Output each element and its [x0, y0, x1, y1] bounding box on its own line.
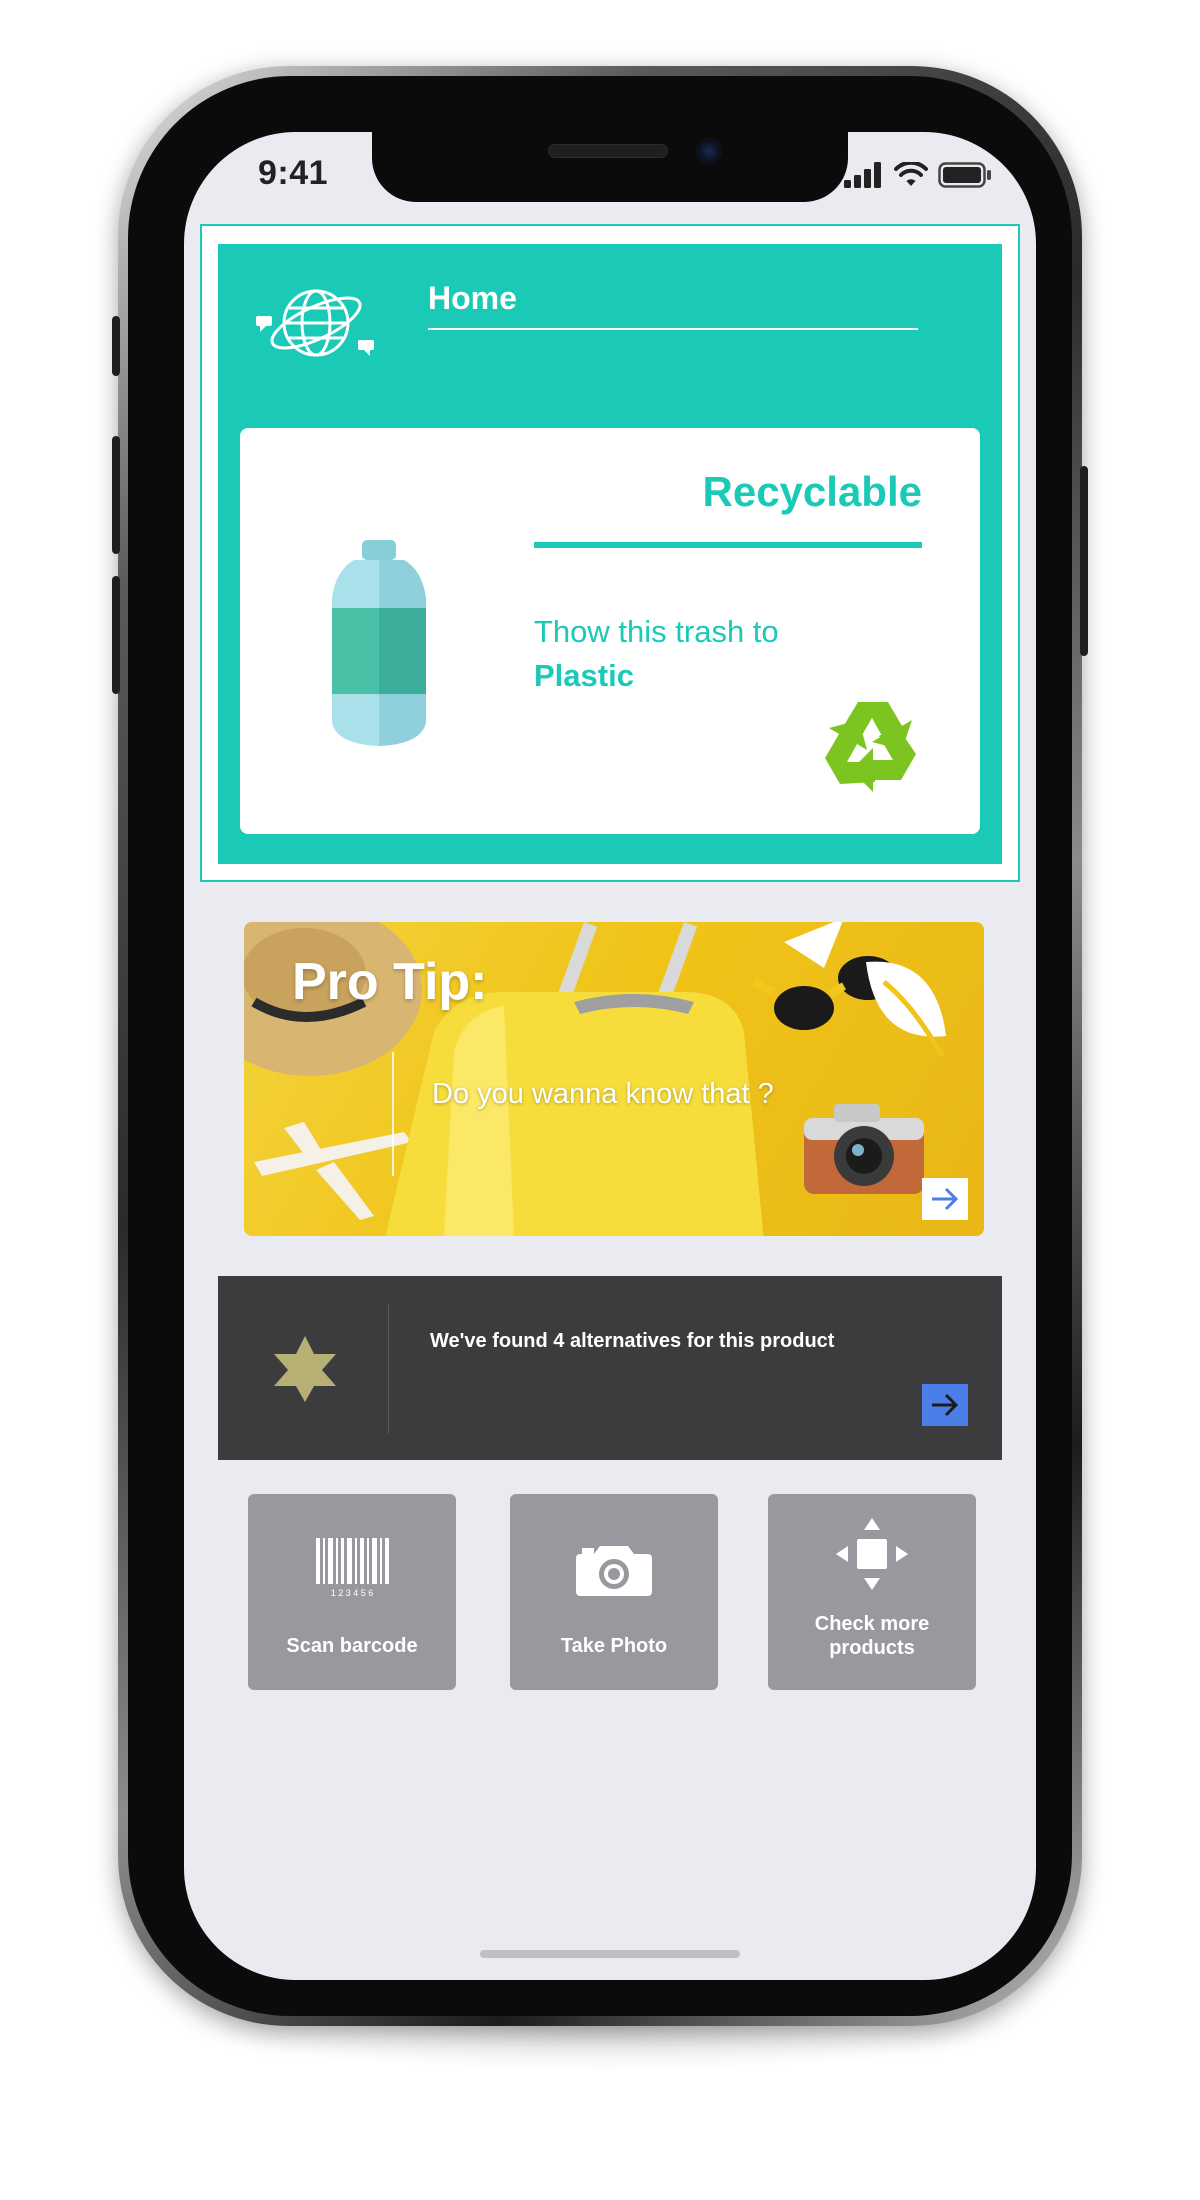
- phone-frame: 9:41 Home Recyclable Thow this trash to …: [112, 66, 1088, 2026]
- alternatives-divider: [388, 1304, 389, 1434]
- screen: 9:41 Home Recyclable Thow this trash to …: [184, 132, 1036, 1980]
- star-icon: [274, 1336, 336, 1402]
- phone-bezel: 9:41 Home Recyclable Thow this trash to …: [128, 76, 1072, 2016]
- take-photo-button[interactable]: Take Photo: [510, 1494, 718, 1690]
- home-card: Home Recyclable Thow this trash to Plast…: [218, 244, 1002, 864]
- leaf-icon: [866, 961, 946, 1058]
- pro-tip-arrow-button[interactable]: [922, 1178, 968, 1220]
- front-camera: [696, 138, 722, 164]
- bottle-icon: [332, 540, 426, 746]
- waste-category: Plastic: [534, 658, 634, 693]
- alternatives-text: We've found 4 alternatives for this prod…: [430, 1330, 835, 1352]
- home-indicator[interactable]: [480, 1950, 740, 1958]
- take-photo-label: Take Photo: [560, 1635, 668, 1657]
- recycle-icon: [825, 702, 916, 792]
- barcode-digits: 1 2 3 4 5 6: [331, 1588, 374, 1598]
- camera-icon: [576, 1546, 652, 1596]
- wifi-icon: [894, 162, 928, 186]
- cellular-signal-icon: [844, 162, 881, 188]
- notch: [372, 132, 848, 202]
- volume-up-button: [112, 436, 120, 554]
- arrow-right-icon: [932, 1187, 959, 1211]
- action-buttons: 1 2 3 4 5 6 Scan barcode Take Photo Chec…: [248, 1494, 978, 1690]
- pro-tip-title: Pro Tip:: [292, 953, 488, 1011]
- page-title: Home: [428, 280, 517, 316]
- mute-switch: [112, 316, 120, 376]
- status-icons: [844, 162, 992, 188]
- globe-icon: [256, 289, 374, 357]
- arrow-right-icon: [932, 1393, 959, 1417]
- alternatives-arrow-button[interactable]: [922, 1384, 968, 1426]
- instruction-text: Thow this trash to: [534, 614, 779, 649]
- scan-barcode-button[interactable]: 1 2 3 4 5 6 Scan barcode: [248, 1494, 456, 1690]
- status-time: 9:41: [258, 154, 329, 192]
- pro-tip-divider: [392, 1052, 394, 1176]
- alternatives-bar[interactable]: We've found 4 alternatives for this prod…: [218, 1276, 1002, 1460]
- check-more-products-button[interactable]: Check more products: [768, 1494, 976, 1690]
- scan-barcode-label: Scan barcode: [286, 1635, 418, 1657]
- check-more-products-label: Check more products: [814, 1613, 930, 1659]
- speaker: [548, 144, 668, 158]
- result-underline: [534, 542, 922, 548]
- pro-tip-banner[interactable]: Pro Tip: Do you wanna know that ?: [244, 922, 984, 1236]
- power-button: [1080, 466, 1088, 656]
- directional-pad-icon: [836, 1518, 908, 1590]
- pro-tip-subtitle: Do you wanna know that ?: [432, 1078, 774, 1110]
- volume-down-button: [112, 576, 120, 694]
- result-status: Recyclable: [702, 468, 922, 515]
- result-instruction: Thow this trash to Plastic: [534, 610, 779, 698]
- battery-icon: [938, 162, 991, 188]
- barcode-icon: 1 2 3 4 5 6: [316, 1538, 389, 1598]
- title-underline: [428, 328, 918, 330]
- recycle-result-card[interactable]: Recyclable Thow this trash to Plastic: [240, 428, 980, 834]
